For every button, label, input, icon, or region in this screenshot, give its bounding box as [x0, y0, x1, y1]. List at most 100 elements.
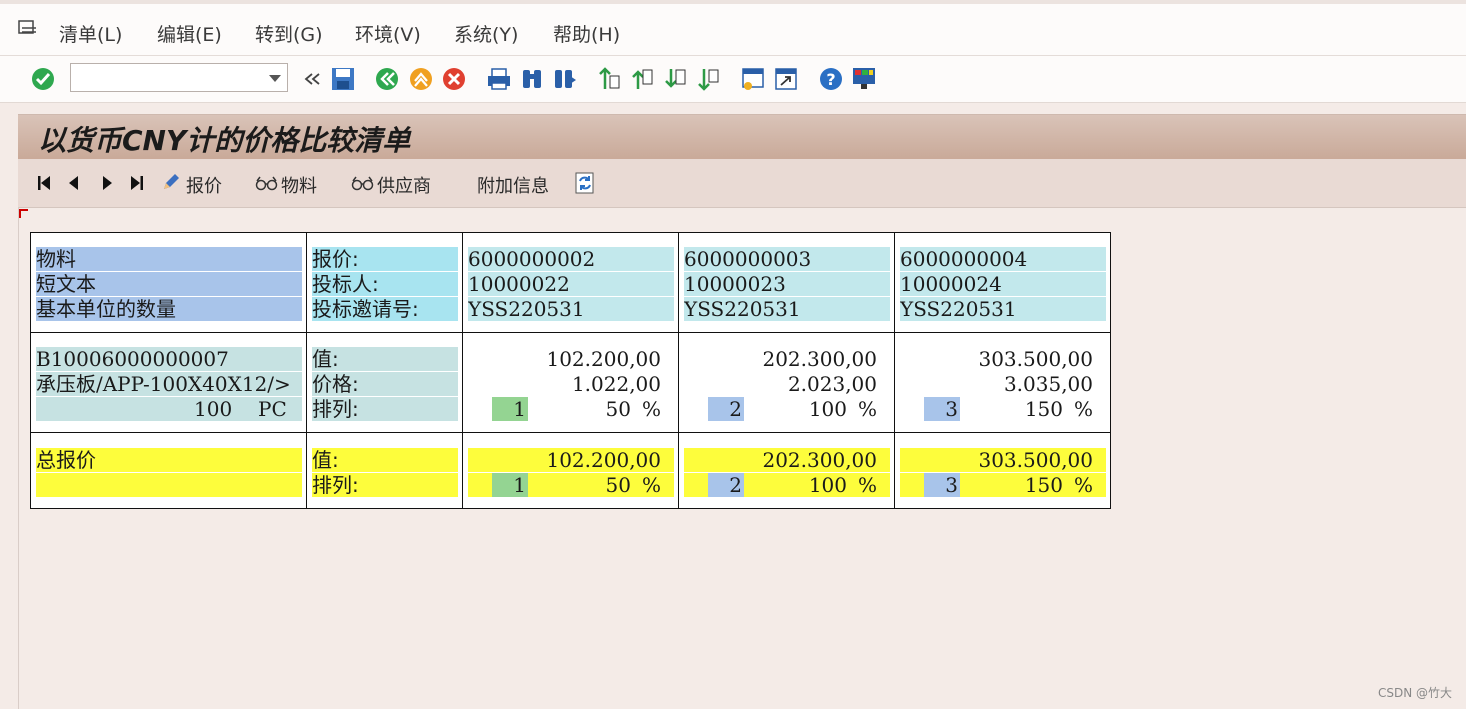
standard-toolbar: ?	[0, 56, 1466, 103]
bidder-number[interactable]: 10000024	[900, 272, 1106, 296]
rank-badge: 3	[924, 397, 960, 421]
percent-sign: %	[857, 397, 877, 421]
find-next-icon[interactable]	[552, 66, 578, 92]
enter-icon[interactable]	[30, 66, 56, 92]
item-price: 1.022,00	[468, 372, 661, 396]
grid-divider	[678, 233, 679, 508]
first-column-icon[interactable]	[35, 174, 53, 192]
rank-badge: 1	[492, 473, 528, 497]
grid-divider	[894, 233, 895, 508]
percent-sign: %	[641, 397, 661, 421]
grid-divider	[31, 432, 1110, 433]
header-label-material: 物料	[36, 247, 302, 271]
menu-system[interactable]: 系统(Y)	[454, 20, 518, 47]
save-icon[interactable]	[330, 66, 356, 92]
item-label-rank: 排列:	[312, 397, 458, 421]
item-rank-row: 1 50 %	[468, 397, 674, 421]
total-rank-row: 1 50 %	[468, 473, 674, 497]
percent-sign: %	[1073, 397, 1093, 421]
menu-top-strip	[0, 0, 1466, 4]
quotation-number[interactable]: 6000000003	[684, 247, 890, 271]
shortcut-icon[interactable]	[773, 66, 799, 92]
customize-layout-icon[interactable]	[851, 66, 877, 92]
item-label-price: 价格:	[312, 372, 458, 396]
percent-sign: %	[857, 473, 877, 497]
item-value: 202.300,00	[684, 347, 877, 371]
pencil-icon[interactable]	[161, 172, 181, 192]
previous-page-icon[interactable]	[629, 66, 655, 92]
next-page-icon[interactable]	[662, 66, 688, 92]
total-label-rank: 排列:	[312, 473, 458, 497]
rfq-number: YSS220531	[468, 297, 674, 321]
total-label-filler	[36, 473, 302, 497]
first-page-icon[interactable]	[596, 66, 622, 92]
total-quote-label: 总报价	[36, 448, 302, 472]
menu-edit[interactable]: 编辑(E)	[157, 20, 222, 47]
command-field[interactable]	[70, 63, 288, 92]
glasses-icon	[255, 176, 278, 191]
base-quantity: 100	[194, 397, 233, 421]
grid-divider	[306, 233, 307, 508]
percent-sign: %	[1073, 473, 1093, 497]
application-toolbar: 报价 物料 供应商 附加信息	[18, 159, 1466, 208]
rank-percent: 50	[605, 473, 631, 497]
refresh-icon[interactable]	[573, 171, 597, 195]
exit-icon[interactable]	[408, 66, 434, 92]
find-icon[interactable]	[519, 66, 545, 92]
rank-badge: 2	[708, 473, 744, 497]
item-price: 3.035,00	[900, 372, 1093, 396]
item-value: 303.500,00	[900, 347, 1093, 371]
rfq-number: YSS220531	[684, 297, 890, 321]
material-number[interactable]: B10006000000007	[36, 347, 302, 371]
watermark: CSDN @竹大	[1377, 686, 1452, 700]
quotation-number[interactable]: 6000000002	[468, 247, 674, 271]
total-rank-row: 3 150 %	[900, 473, 1106, 497]
total-label-value: 值:	[312, 448, 458, 472]
item-value: 102.200,00	[468, 347, 661, 371]
base-unit: PC	[258, 397, 287, 421]
menu-bar: 清单(L) 编辑(E) 转到(G) 环境(V) 系统(Y) 帮助(H)	[0, 0, 1466, 56]
rank-badge: 3	[924, 473, 960, 497]
rfq-number: YSS220531	[900, 297, 1106, 321]
percent-sign: %	[641, 473, 661, 497]
screen-title-bar: 以货币CNY计的价格比较清单	[18, 114, 1466, 160]
quotation-number[interactable]: 6000000004	[900, 247, 1106, 271]
collapse-icon[interactable]	[300, 66, 326, 92]
next-column-icon[interactable]	[98, 174, 116, 192]
menu-environment[interactable]: 环境(V)	[355, 20, 421, 47]
base-quantity-row: 100 PC	[36, 397, 302, 421]
help-icon[interactable]: ?	[818, 66, 844, 92]
command-dropdown-icon[interactable]	[269, 75, 281, 82]
material-short-text: 承压板/APP-100X40X12/>	[36, 372, 302, 396]
grid-divider	[462, 233, 463, 508]
quote-button[interactable]: 报价	[186, 172, 222, 198]
rank-badge: 1	[492, 397, 528, 421]
previous-column-icon[interactable]	[65, 174, 83, 192]
menu-goto[interactable]: 转到(G)	[255, 20, 323, 47]
menu-list[interactable]: 清单(L)	[59, 20, 122, 47]
glasses-icon	[351, 176, 374, 191]
svg-text:?: ?	[826, 70, 835, 89]
bidder-number[interactable]: 10000023	[684, 272, 890, 296]
last-page-icon[interactable]	[695, 66, 721, 92]
last-column-icon[interactable]	[128, 174, 146, 192]
rank-percent: 150	[1024, 473, 1063, 497]
header-label-rfq: 投标邀请号:	[312, 297, 458, 321]
bidder-number[interactable]: 10000022	[468, 272, 674, 296]
header-label-quotation: 报价:	[312, 247, 458, 271]
page-title: 以货币CNY计的价格比较清单	[38, 124, 411, 157]
material-button[interactable]: 物料	[281, 172, 317, 198]
cancel-icon[interactable]	[441, 66, 467, 92]
item-label-value: 值:	[312, 347, 458, 371]
create-session-icon[interactable]	[740, 66, 766, 92]
system-menu-icon[interactable]	[18, 20, 38, 38]
item-price: 2.023,00	[684, 372, 877, 396]
menu-help[interactable]: 帮助(H)	[553, 20, 620, 47]
rank-percent: 50	[605, 397, 631, 421]
cursor-corner-mark	[19, 209, 28, 218]
print-icon[interactable]	[486, 66, 512, 92]
additional-info-button[interactable]: 附加信息	[477, 172, 549, 198]
vendor-button[interactable]: 供应商	[377, 172, 431, 198]
back-icon[interactable]	[374, 66, 400, 92]
header-label-short-text: 短文本	[36, 272, 302, 296]
